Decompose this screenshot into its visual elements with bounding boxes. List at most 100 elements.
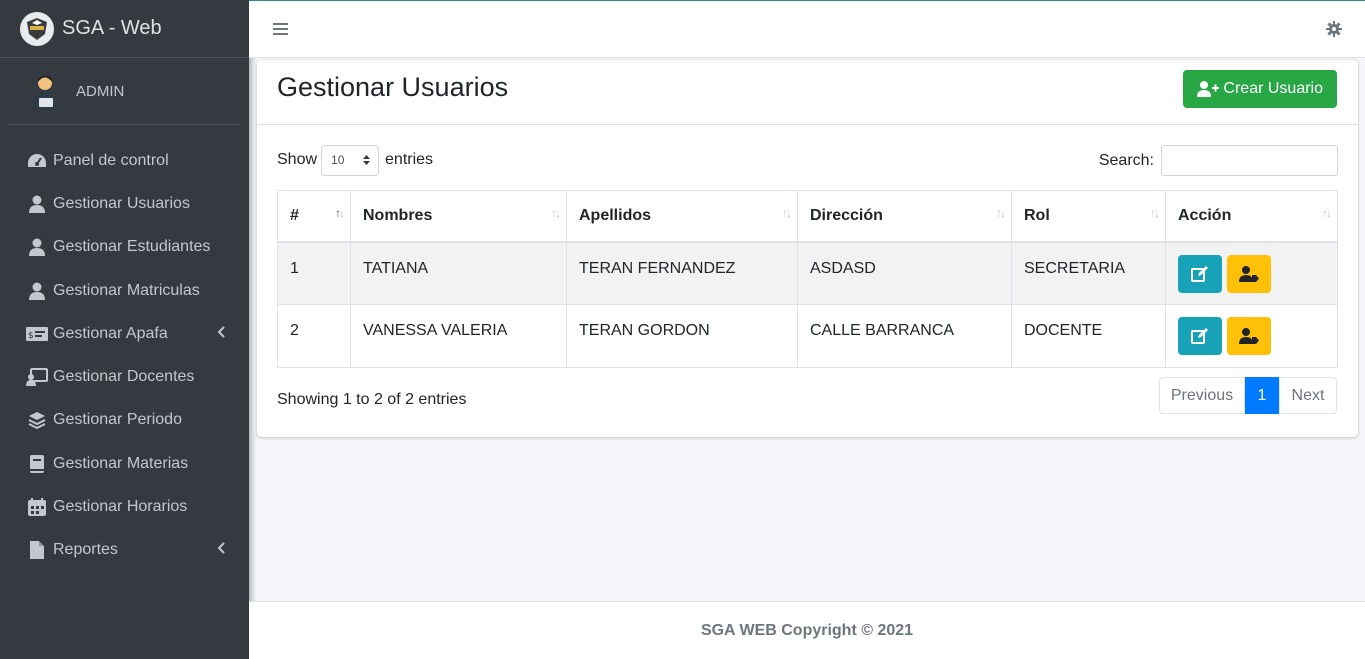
hamburger-menu-icon[interactable] — [273, 22, 288, 36]
chalkboard-teacher-icon — [26, 367, 48, 387]
user-icon — [26, 281, 48, 301]
page-title: Gestionar Usuarios — [277, 72, 509, 102]
cell-direccion: CALLE BARRANCA — [797, 304, 1012, 368]
user-icon — [26, 237, 48, 257]
cell-apellidos: TERAN GORDON — [566, 304, 798, 368]
edit-user-button[interactable] — [1178, 317, 1222, 355]
page-length-control: Show 10 entries — [277, 144, 434, 176]
sidebar-item-gestionar-apafa[interactable]: $ Gestionar Apafa — [0, 312, 249, 355]
brand-title: SGA - Web — [62, 17, 162, 39]
user-tag-icon — [1239, 265, 1259, 282]
column-header-accion[interactable]: Acción ↑↓ — [1165, 190, 1338, 243]
money-check-icon: $ — [26, 324, 48, 344]
sidebar-item-label: Gestionar Estudiantes — [53, 238, 211, 256]
sidebar-item-label: Gestionar Apafa — [53, 324, 168, 342]
sidebar-item-label: Gestionar Usuarios — [53, 194, 190, 212]
users-card: Gestionar Usuarios Crear Usuario Show 10… — [257, 60, 1358, 437]
edit-icon — [1191, 328, 1208, 344]
cell-nombres: VANESSA VALERIA — [350, 304, 567, 368]
column-header-apellidos[interactable]: Apellidos ↑↓ — [566, 190, 798, 243]
sidebar-item-panel-de-control[interactable]: Panel de control — [0, 139, 249, 182]
user-tag-icon — [1239, 328, 1259, 344]
table-row: 2 VANESSA VALERIA TERAN GORDON CALLE BAR… — [277, 304, 1338, 368]
chevron-left-icon — [217, 541, 225, 559]
user-icon — [26, 194, 48, 214]
sidebar-item-reportes[interactable]: Reportes — [0, 529, 249, 572]
entries-label: entries — [385, 151, 434, 168]
cell-actions — [1165, 241, 1338, 305]
search-label: Search: — [1098, 151, 1154, 169]
sort-icon: ↑↓ — [1150, 206, 1160, 220]
sidebar-item-label: Gestionar Horarios — [53, 498, 188, 516]
cell-direccion: ASDASD — [797, 241, 1012, 305]
cell-nombres: TATIANA — [350, 241, 567, 305]
assign-role-button[interactable] — [1227, 254, 1271, 293]
sidebar-item-label: Gestionar Periodo — [53, 411, 182, 429]
pagination: Previous 1 Next — [1159, 377, 1337, 414]
user-plus-icon — [1197, 81, 1220, 97]
sidebar-item-label: Panel de control — [53, 151, 169, 169]
edit-user-button[interactable] — [1178, 254, 1222, 293]
sort-icon: ↑↓ — [996, 206, 1006, 220]
sidebar-item-gestionar-horarios[interactable]: Gestionar Horarios — [0, 485, 249, 528]
cell-actions — [1165, 304, 1338, 368]
svg-text:$: $ — [28, 331, 34, 341]
sidebar-item-label: Reportes — [53, 541, 118, 559]
admin-avatar-icon — [28, 72, 62, 110]
assign-role-button[interactable] — [1227, 317, 1271, 355]
sidebar-item-label: Gestionar Materias — [53, 454, 189, 472]
sidebar-item-gestionar-periodo[interactable]: Gestionar Periodo — [0, 399, 249, 442]
sort-updown-icon — [363, 155, 371, 165]
cell-num: 2 — [277, 304, 351, 368]
sort-icon: ↑↓ — [551, 206, 561, 220]
pagination-next[interactable]: Next — [1279, 377, 1337, 414]
sort-icon: ↑↓ — [782, 206, 792, 220]
sort-icon: ↑↓ — [1322, 206, 1332, 220]
sidebar-item-gestionar-usuarios[interactable]: Gestionar Usuarios — [0, 182, 249, 225]
sidebar-item-label: Gestionar Docentes — [53, 368, 195, 386]
sidebar-item-label: Gestionar Matriculas — [53, 281, 200, 299]
column-header-nombres[interactable]: Nombres ↑↓ — [350, 190, 567, 243]
sidebar: SGA - Web ADMIN Panel de control Gestion… — [0, 0, 249, 659]
sort-icon: ↑↓ — [335, 206, 345, 220]
user-name: ADMIN — [76, 82, 125, 100]
column-header-rol[interactable]: Rol ↑↓ — [1011, 190, 1166, 243]
users-table: # ↑↓ Nombres ↑↓ Apellidos ↑↓ Dirección ↑↓ Ro… — [277, 190, 1338, 368]
page-length-value: 10 — [331, 153, 345, 167]
create-user-label: Crear Usuario — [1223, 80, 1323, 97]
column-header-num[interactable]: # ↑↓ — [277, 190, 351, 243]
cell-rol: SECRETARIA — [1011, 241, 1166, 305]
book-icon — [26, 454, 48, 474]
card-header: Gestionar Usuarios Crear Usuario — [257, 60, 1358, 125]
gear-icon[interactable] — [1326, 21, 1342, 42]
show-label: Show — [277, 151, 318, 168]
cell-apellidos: TERAN FERNANDEZ — [566, 241, 798, 305]
sidebar-item-gestionar-docentes[interactable]: Gestionar Docentes — [0, 355, 249, 398]
sidebar-nav: Panel de control Gestionar Usuarios Gest… — [0, 139, 249, 572]
cell-num: 1 — [277, 241, 351, 305]
pagination-previous[interactable]: Previous — [1159, 377, 1245, 414]
top-navbar — [249, 0, 1365, 58]
pagination-page-1[interactable]: 1 — [1245, 377, 1279, 414]
calendar-icon — [26, 497, 48, 517]
layer-group-icon — [26, 410, 48, 430]
chevron-left-icon — [217, 325, 225, 343]
user-panel[interactable]: ADMIN — [8, 58, 241, 125]
school-crest-icon — [20, 11, 54, 46]
sidebar-item-gestionar-matriculas[interactable]: Gestionar Matriculas — [0, 269, 249, 312]
create-user-button[interactable]: Crear Usuario — [1183, 70, 1337, 108]
search-input[interactable] — [1161, 145, 1338, 176]
brand-link[interactable]: SGA - Web — [0, 0, 249, 58]
page-length-select[interactable]: 10 — [321, 144, 380, 176]
cell-rol: DOCENTE — [1011, 304, 1166, 368]
page-footer: SGA WEB Copyright © 2021 — [249, 601, 1365, 659]
edit-icon — [1191, 265, 1208, 282]
sidebar-item-gestionar-estudiantes[interactable]: Gestionar Estudiantes — [0, 226, 249, 269]
copyright-text: SGA WEB Copyright © 2021 — [700, 621, 914, 639]
table-info: Showing 1 to 2 of 2 entries — [277, 391, 467, 408]
sidebar-item-gestionar-materias[interactable]: Gestionar Materias — [0, 442, 249, 485]
table-controls: Show 10 entries Search: — [277, 144, 1338, 177]
table-row: 1 TATIANA TERAN FERNANDEZ ASDASD SECRETA… — [277, 241, 1338, 305]
search-control: Search: — [1099, 145, 1338, 176]
column-header-direccion[interactable]: Dirección ↑↓ — [797, 190, 1012, 243]
